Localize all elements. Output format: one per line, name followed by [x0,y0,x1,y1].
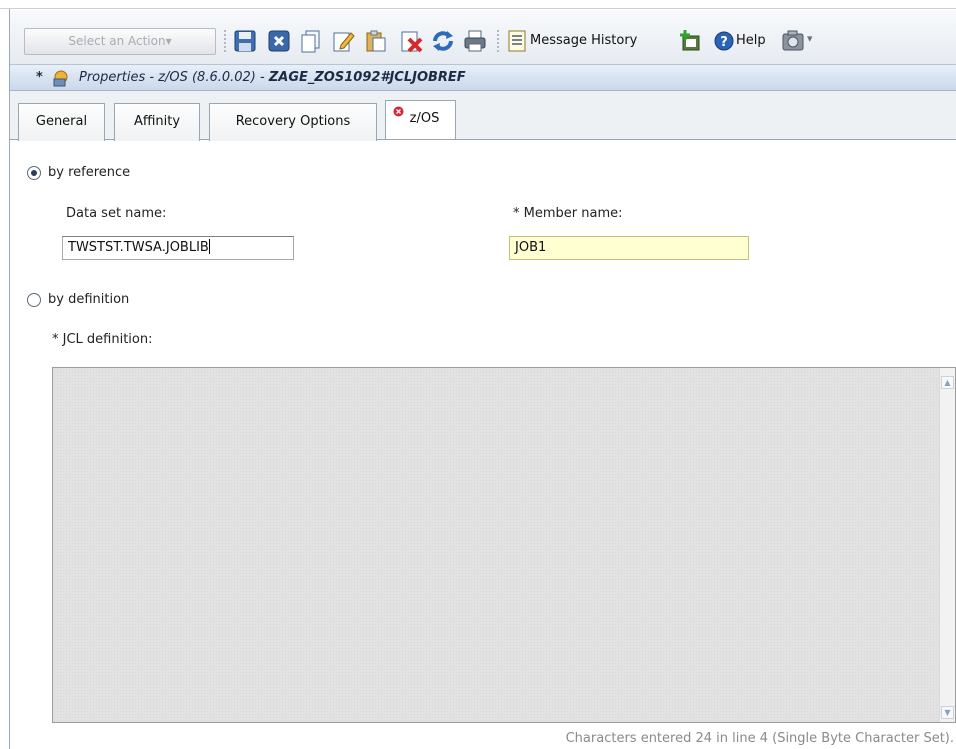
error-icon [393,106,404,117]
toolbar-separator [224,29,226,53]
help-icon[interactable]: ? [713,28,735,54]
tab-affinity[interactable]: Affinity [114,103,200,141]
jcl-scrollbar[interactable]: ▲ ▼ [939,368,955,722]
tab-bar: General Affinity Recovery Options z/OS [10,91,956,141]
action-select[interactable]: Select an Action▾ [24,28,216,55]
edit-icon[interactable] [330,28,356,54]
save-icon[interactable] [232,28,258,54]
by-reference-radio[interactable] [27,166,41,180]
message-history-button[interactable]: Message History [530,33,637,48]
zos-panel: by reference Data set name: TWSTST.TWSA.… [10,141,956,749]
add-task-icon[interactable] [677,28,703,54]
unsaved-indicator: * [36,70,43,85]
close-icon[interactable] [266,28,292,54]
by-definition-label: by definition [48,292,130,307]
scroll-up-icon[interactable]: ▲ [941,376,954,389]
data-set-name-label: Data set name: [66,206,167,221]
text-cursor [208,239,210,254]
jcl-definition-textarea[interactable]: ▲ ▼ [52,367,956,723]
data-set-name-field[interactable]: TWSTST.TWSA.JOBLIB [62,236,294,260]
top-border [0,0,956,9]
properties-titlebar: * Properties - z/OS (8.6.0.02) - ZAGE_ZO… [10,65,956,91]
member-name-field[interactable]: JOB1 [509,236,749,260]
job-name: ZAGE_ZOS1092#JCLJOBREF [268,70,466,85]
toolbar-separator [497,29,499,53]
delete-icon[interactable] [398,28,424,54]
jcl-definition-label: * JCL definition: [52,332,153,347]
refresh-icon[interactable] [430,28,456,54]
chevron-down-icon[interactable]: ▾ [807,32,813,45]
message-history-icon[interactable] [506,28,528,54]
by-definition-radio[interactable] [27,293,41,307]
properties-icon [53,70,68,87]
page-title: Properties - z/OS (8.6.0.02) - ZAGE_ZOS1… [79,70,466,85]
by-reference-label: by reference [48,165,131,180]
member-name-label: * Member name: [513,206,623,221]
scroll-down-icon[interactable]: ▼ [941,706,954,719]
camera-icon[interactable] [780,28,806,54]
help-button[interactable]: Help [736,33,766,48]
svg-text:?: ? [720,35,728,50]
tab-zos-label: z/OS [409,111,440,126]
print-icon[interactable] [462,28,488,54]
tab-general[interactable]: General [18,103,105,141]
tab-recovery-options[interactable]: Recovery Options [209,103,377,141]
character-count-status: Characters entered 24 in line 4 (Single … [565,731,954,746]
tab-zos[interactable]: z/OS [385,100,456,139]
paste-icon[interactable] [363,28,389,54]
toolbar: Select an Action▾ Message History ? Help… [10,10,956,65]
copy-icon[interactable] [298,28,324,54]
